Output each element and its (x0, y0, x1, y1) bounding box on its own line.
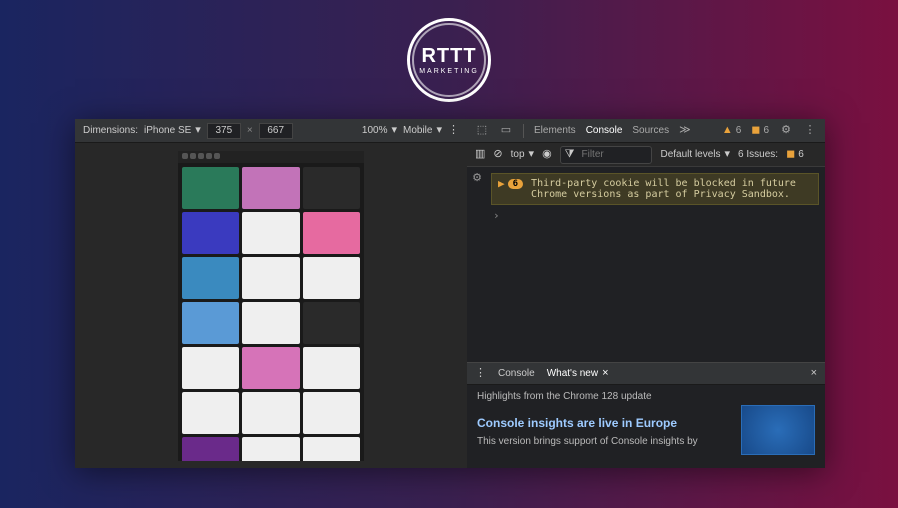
content-thumbnail[interactable] (242, 437, 299, 461)
filter-input[interactable] (577, 147, 647, 163)
content-thumbnail[interactable] (182, 437, 239, 461)
divider (523, 124, 524, 138)
content-thumbnail[interactable] (303, 212, 360, 254)
console-sidebar-strip: ⚙ (467, 167, 487, 468)
issues-label: 6 Issues: (738, 149, 778, 160)
drawer-tab-console[interactable]: Console (498, 368, 535, 379)
chevron-down-icon: ▾ (725, 149, 731, 160)
logo-text-sub: MARKETING (419, 68, 479, 75)
warning-triangle-icon: ▲ (722, 125, 733, 136)
warning-count-badge: 6 (508, 179, 523, 189)
tab-elements[interactable]: Elements (534, 125, 576, 136)
warnings-indicator[interactable]: ▲ 6 (722, 125, 741, 136)
issues-square-icon: ◼ (751, 125, 760, 136)
drawer-preview-image (741, 405, 815, 455)
content-thumbnail[interactable] (303, 167, 360, 209)
emulated-tabbar (178, 151, 364, 163)
device-viewport (75, 143, 467, 468)
sidebar-toggle-icon[interactable]: ▥ (475, 149, 485, 160)
content-thumbnail[interactable] (182, 212, 239, 254)
content-thumbnail[interactable] (182, 167, 239, 209)
content-thumbnail[interactable] (303, 347, 360, 389)
main-tabbar: ⬚ ▭ Elements Console Sources ≫ ▲ 6 ◼ 6 ⚙… (467, 119, 825, 143)
content-thumbnail[interactable] (182, 392, 239, 434)
issues-count-badge[interactable]: ◼ 6 (786, 149, 804, 160)
chevron-down-icon: ▾ (391, 125, 397, 136)
content-thumbnail[interactable] (242, 302, 299, 344)
content-thumbnail[interactable] (303, 392, 360, 434)
content-thumbnail[interactable] (182, 302, 239, 344)
drawer-tabbar: ⋮ Console What's new × × (467, 363, 825, 385)
drawer-insight-body: This version brings support of Console i… (477, 436, 729, 447)
zoom-select[interactable]: 100% ▾ (362, 125, 397, 136)
content-thumbnail[interactable] (242, 257, 299, 299)
content-thumbnail[interactable] (303, 257, 360, 299)
close-icon[interactable]: × (602, 368, 608, 379)
close-icon[interactable]: × (811, 368, 817, 379)
logo-text-main: RTTT (421, 45, 476, 68)
content-thumbnail[interactable] (242, 347, 299, 389)
gear-icon[interactable]: ⚙ (472, 173, 482, 184)
content-thumbnail[interactable] (242, 167, 299, 209)
issues-indicator[interactable]: ◼ 6 (751, 125, 769, 136)
funnel-icon: ⧩ (565, 149, 575, 160)
dimensions-label: Dimensions: (83, 125, 138, 136)
content-thumbnail[interactable] (182, 257, 239, 299)
chevron-down-icon: ▾ (195, 125, 201, 136)
device-select[interactable]: iPhone SE ▾ (144, 125, 201, 136)
play-icon: ▶ (498, 178, 505, 189)
tab-sources[interactable]: Sources (632, 125, 669, 136)
drawer: ⋮ Console What's new × × Highlights from… (467, 362, 825, 468)
device-toggle-icon[interactable]: ▭ (499, 124, 513, 138)
drawer-tab-whatsnew[interactable]: What's new × (547, 368, 609, 379)
content-thumbnail[interactable] (182, 347, 239, 389)
drawer-highlight: Highlights from the Chrome 128 update (477, 391, 729, 402)
console-output: ▶ 6 Third-party cookie will be blocked i… (467, 167, 825, 362)
devtools-window: Dimensions: iPhone SE ▾ × 100% ▾ Mobile … (75, 119, 825, 468)
more-tabs-button[interactable]: ≫ (679, 125, 691, 136)
warning-message: Third-party cookie will be blocked in fu… (531, 178, 812, 200)
content-thumbnail[interactable] (303, 302, 360, 344)
chevron-down-icon: ▾ (529, 149, 535, 160)
console-prompt[interactable]: › (491, 205, 819, 226)
live-expression-icon[interactable]: ◉ (542, 149, 552, 160)
width-input[interactable] (207, 123, 241, 139)
gear-icon[interactable]: ⚙ (779, 124, 793, 138)
device-emulator-pane: Dimensions: iPhone SE ▾ × 100% ▾ Mobile … (75, 119, 467, 468)
device-toolbar: Dimensions: iPhone SE ▾ × 100% ▾ Mobile … (75, 119, 467, 143)
throttle-select[interactable]: Mobile ▾ (403, 125, 442, 136)
devtools-panels: ⬚ ▭ Elements Console Sources ≫ ▲ 6 ◼ 6 ⚙… (467, 119, 825, 468)
clear-console-icon[interactable]: ⊘ (493, 149, 502, 160)
content-thumbnail[interactable] (242, 212, 299, 254)
log-levels-select[interactable]: Default levels ▾ (660, 149, 730, 160)
console-warning-row[interactable]: ▶ 6 Third-party cookie will be blocked i… (491, 173, 819, 205)
kebab-menu-icon[interactable]: ⋮ (448, 125, 459, 136)
console-toolbar: ▥ ⊘ top ▾ ◉ ⧩ Default levels ▾ 6 Issues:… (467, 143, 825, 167)
chevron-down-icon: ▾ (436, 125, 442, 136)
kebab-menu-icon[interactable]: ⋮ (803, 124, 817, 138)
content-grid[interactable] (178, 163, 364, 461)
dimension-separator: × (247, 125, 253, 136)
height-input[interactable] (259, 123, 293, 139)
content-thumbnail[interactable] (242, 392, 299, 434)
drawer-insight-title: Console insights are live in Europe (477, 416, 729, 430)
emulated-screen[interactable] (178, 151, 364, 461)
tab-console[interactable]: Console (586, 125, 623, 136)
context-select[interactable]: top ▾ (511, 149, 534, 160)
content-thumbnail[interactable] (303, 437, 360, 461)
issues-square-icon: ◼ (786, 149, 795, 160)
inspect-element-icon[interactable]: ⬚ (475, 124, 489, 138)
drawer-content: Highlights from the Chrome 128 update Co… (477, 391, 729, 462)
brand-logo: RTTT MARKETING (0, 0, 898, 102)
